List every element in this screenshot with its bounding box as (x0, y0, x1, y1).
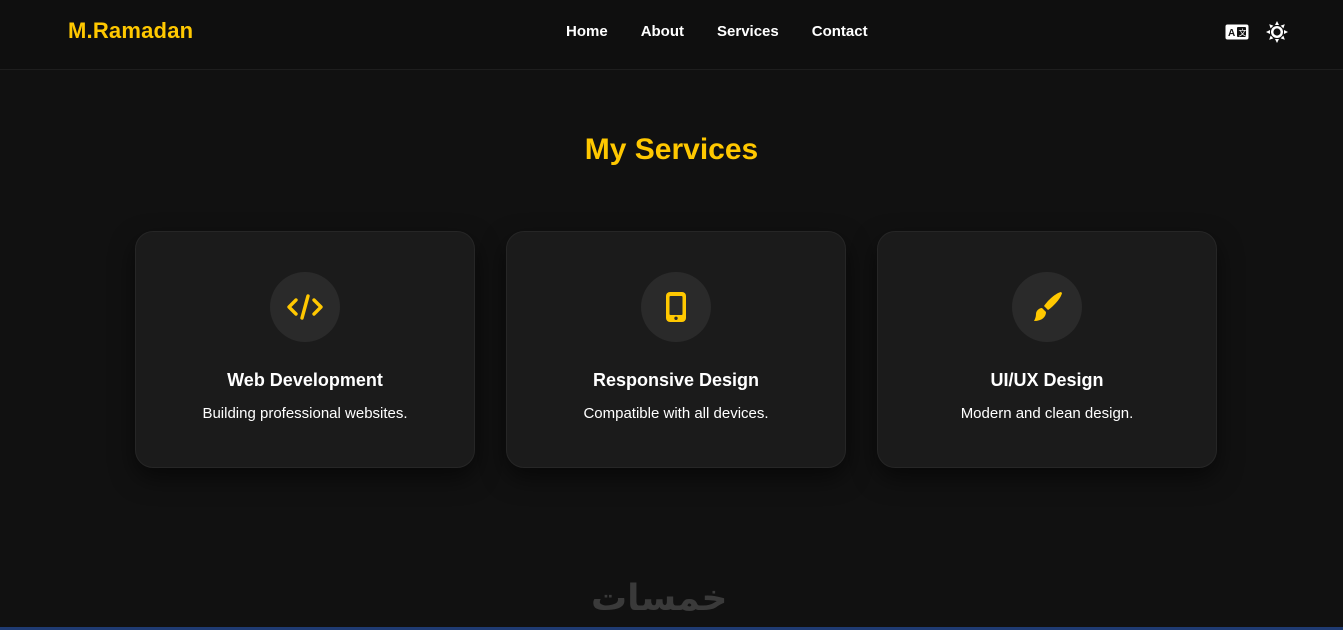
service-card-web-development: Web Development Building professional we… (135, 231, 475, 468)
service-card-description: Compatible with all devices. (583, 405, 769, 422)
service-card-description: Modern and clean design. (960, 405, 1134, 422)
paintbrush-icon (1034, 292, 1062, 321)
nav-contact-link[interactable]: Contact (812, 23, 868, 40)
code-icon (287, 294, 323, 320)
services-section-title: My Services (584, 133, 759, 166)
nav-services-link[interactable]: Services (717, 23, 779, 40)
mobile-icon (666, 292, 686, 322)
nav-tools: A 文 (1224, 20, 1290, 44)
service-card-title: Responsive Design (592, 370, 760, 390)
services-cards: Web Development Building professional we… (135, 231, 1217, 468)
sun-icon (1266, 21, 1288, 43)
service-card-title: UI/UX Design (990, 370, 1104, 390)
watermark-logo: خمسات (591, 578, 728, 619)
nav-about-link[interactable]: About (641, 23, 684, 40)
service-icon-circle (270, 272, 340, 342)
service-card-description: Building professional websites. (202, 405, 408, 422)
service-card-title: Web Development (227, 370, 383, 390)
nav-links: Home About Services Contact (566, 23, 868, 40)
service-icon-circle (1012, 272, 1082, 342)
nav-home-link[interactable]: Home (566, 23, 608, 40)
service-card-ui-ux-design: UI/UX Design Modern and clean design. (877, 231, 1217, 468)
svg-text:A: A (1228, 28, 1235, 39)
brand-logo[interactable]: M.Ramadan (68, 18, 193, 44)
navbar: M.Ramadan Home About Services Contact A … (0, 0, 1343, 70)
language-toggle-button[interactable]: A 文 (1224, 20, 1250, 44)
theme-toggle-button[interactable] (1264, 20, 1290, 44)
svg-text:文: 文 (1239, 28, 1247, 38)
service-icon-circle (641, 272, 711, 342)
service-card-responsive-design: Responsive Design Compatible with all de… (506, 231, 846, 468)
translate-icon: A 文 (1225, 24, 1249, 40)
